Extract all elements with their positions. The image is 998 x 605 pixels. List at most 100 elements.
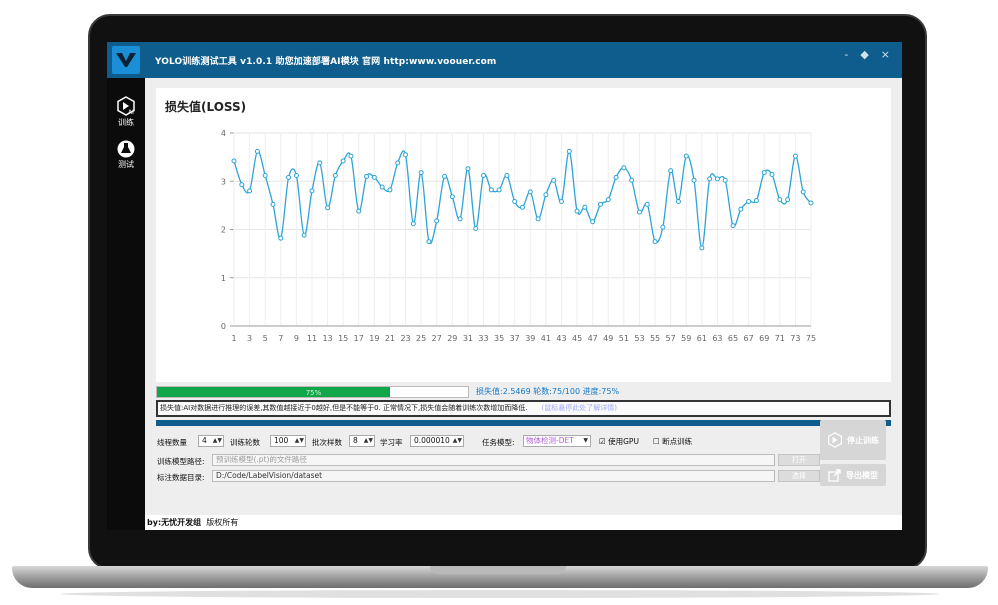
data-point	[465, 166, 471, 172]
y-tick-label: 2	[221, 226, 226, 235]
x-tick-label: 5	[263, 334, 268, 343]
data-point	[418, 170, 424, 176]
data-point	[332, 172, 338, 178]
threads-spinbox[interactable]: 4 ▲▼	[198, 435, 224, 447]
x-tick-label: 47	[588, 334, 598, 343]
data-point	[660, 224, 666, 230]
data-point	[644, 201, 650, 207]
x-tick-label: 43	[556, 334, 566, 343]
app-window: YOLO训练测试工具 v1.0.1 助您加速部署AI模块 官网 http:www…	[107, 42, 902, 530]
gpu-checkbox[interactable]: ☑ 使用GPU	[599, 436, 639, 447]
data-point	[356, 208, 362, 214]
info-hint: (鼠标悬停此处了解详情)	[541, 404, 617, 412]
spin-arrows-icon[interactable]: ▲▼	[453, 436, 462, 446]
sidebar-item-label: 测试	[118, 160, 134, 169]
data-point	[668, 168, 674, 174]
data-point	[504, 172, 510, 178]
x-tick-label: 3	[247, 334, 252, 343]
model-path-input[interactable]: 预训练模型(.pt)的文件路径	[212, 454, 775, 466]
x-tick-label: 29	[447, 334, 457, 343]
checkbox-checked-icon: ☑	[599, 437, 606, 446]
data-point	[691, 177, 697, 183]
spin-arrows-icon[interactable]: ▲▼	[213, 436, 222, 446]
x-tick-label: 35	[494, 334, 504, 343]
progress-status: 损失值:2.5469 轮数:75/100 进度:75%	[476, 387, 620, 396]
sidebar-item-test[interactable]: 测试	[107, 140, 145, 170]
x-tick-label: 75	[806, 334, 816, 343]
lr-label: 学习率	[380, 438, 403, 447]
data-point	[675, 199, 681, 205]
maximize-button[interactable]: ◆	[860, 48, 868, 61]
x-tick-label: 17	[354, 334, 364, 343]
data-point	[769, 171, 775, 177]
spin-arrows-icon[interactable]: ▲▼	[364, 436, 373, 446]
data-point	[481, 172, 487, 178]
x-tick-label: 9	[294, 334, 299, 343]
svg-text:AI: AI	[128, 109, 134, 116]
x-tick-label: 15	[338, 334, 348, 343]
data-point	[387, 187, 393, 193]
data-point	[309, 188, 315, 194]
data-point	[707, 176, 713, 182]
threads-label: 线程数量	[157, 438, 187, 447]
data-point	[746, 199, 752, 205]
export-icon	[828, 469, 841, 482]
app-logo	[107, 42, 145, 78]
sidebar-item-train[interactable]: AI 训练	[107, 96, 145, 128]
lr-spinbox[interactable]: 0.000010 ▲▼	[410, 435, 464, 447]
data-point	[317, 160, 323, 166]
data-point	[457, 216, 463, 222]
epochs-spinbox[interactable]: 100 ▲▼	[270, 435, 306, 447]
laptop-notch	[430, 566, 566, 574]
x-tick-label: 41	[541, 334, 551, 343]
data-point	[582, 204, 588, 210]
data-point	[753, 198, 759, 204]
laptop-shadow	[60, 590, 940, 598]
data-point	[286, 174, 292, 180]
stop-training-button[interactable]: 停止训练	[820, 420, 886, 460]
task-select[interactable]: 物体检测-DET ▼	[523, 435, 591, 447]
loss-series-line	[233, 150, 812, 249]
data-point	[558, 199, 564, 205]
open-button[interactable]: 打开	[778, 454, 820, 466]
app-title: YOLO训练测试工具 v1.0.1 助您加速部署AI模块 官网 http:www…	[155, 56, 497, 67]
data-point	[395, 160, 401, 166]
model-path-label: 训练模型路径:	[157, 457, 205, 466]
x-tick-label: 71	[775, 334, 785, 343]
progress-bar: 75%	[156, 386, 469, 398]
y-tick-label: 3	[221, 177, 226, 186]
data-point	[270, 201, 276, 207]
dataset-path-label: 标注数据目录:	[157, 473, 205, 482]
sidebar: AI 训练 测试	[107, 78, 145, 530]
data-point	[605, 197, 611, 203]
x-tick-label: 67	[744, 334, 754, 343]
x-tick-label: 69	[759, 334, 769, 343]
dataset-path-input[interactable]: D:/Code/LabelVision/dataset	[212, 470, 775, 482]
data-point	[590, 219, 596, 225]
data-point	[738, 206, 744, 212]
x-tick-label: 1	[231, 334, 236, 343]
x-tick-label: 11	[307, 334, 317, 343]
data-point	[254, 148, 260, 154]
x-tick-label: 25	[416, 334, 426, 343]
data-point	[777, 197, 783, 203]
main-panel: 损失值(LOSS) 0 1 2 3 4 1 3 5 7 9 11 13 15 17 19 21 23 25 27 29…	[145, 78, 902, 530]
minimize-button[interactable]: -	[844, 48, 848, 61]
x-tick-label: 31	[463, 334, 473, 343]
x-tick-label: 63	[712, 334, 722, 343]
data-point	[621, 165, 627, 171]
x-tick-label: 19	[369, 334, 379, 343]
y-tick-label: 1	[221, 274, 226, 283]
spin-arrows-icon[interactable]: ▲▼	[295, 436, 304, 446]
batch-spinbox[interactable]: 8 ▲▼	[349, 435, 375, 447]
info-bar[interactable]: 损失值:AI对数据进行推理的误差,其数值越接近于0越好,但是不能等于0. 正常情…	[156, 400, 891, 417]
data-point	[473, 226, 479, 232]
x-tick-label: 57	[666, 334, 676, 343]
export-model-button[interactable]: 导出模型	[820, 464, 886, 486]
x-tick-label: 65	[728, 334, 738, 343]
data-point	[722, 177, 728, 183]
resume-checkbox[interactable]: ☐ 断点训练	[653, 436, 692, 447]
close-button[interactable]: ×	[881, 48, 890, 61]
info-text: 损失值:AI对数据进行推理的误差,其数值越接近于0越好,但是不能等于0. 正常情…	[160, 404, 528, 412]
select-button[interactable]: 选择	[778, 470, 820, 482]
